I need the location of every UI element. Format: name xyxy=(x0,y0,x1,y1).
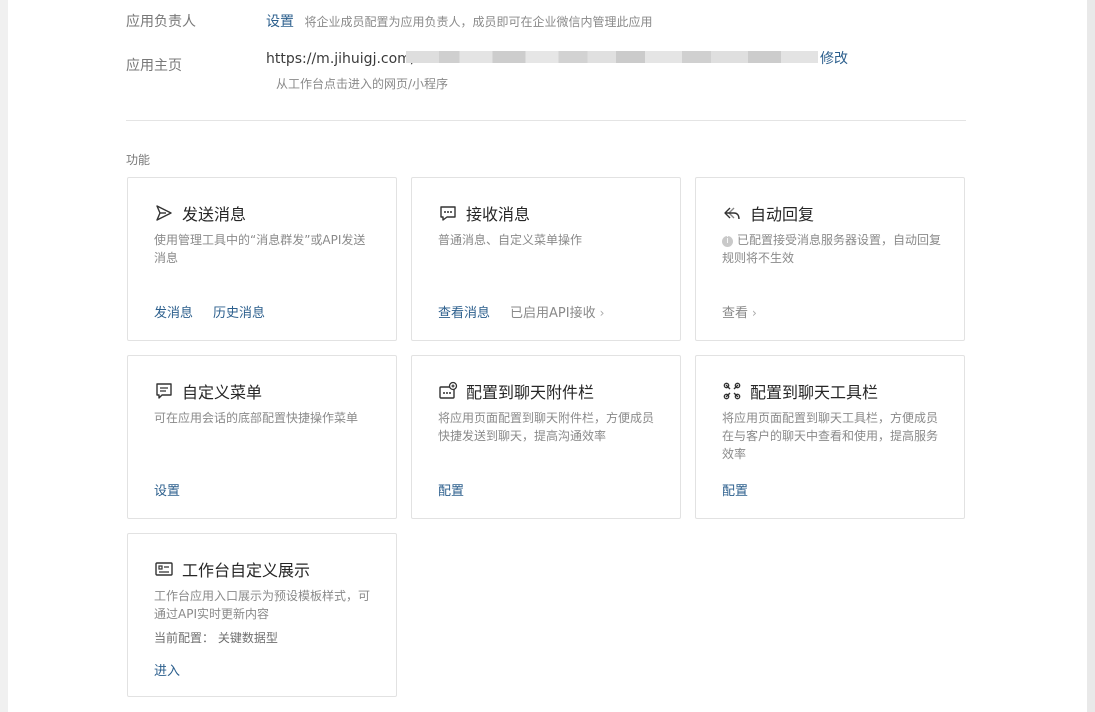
enter-workbench-link[interactable]: 进入 xyxy=(154,660,180,679)
history-message-link[interactable]: 历史消息 xyxy=(213,302,265,321)
view-messages-link[interactable]: 查看消息 xyxy=(438,302,490,321)
chat-bubble-icon xyxy=(438,203,458,223)
card-desc: 普通消息、自定义菜单操作 xyxy=(438,233,583,247)
card-desc: 已配置接受消息服务器设置，自动回复规则将不生效 xyxy=(722,233,942,265)
card-title: 自动回复 xyxy=(750,205,815,224)
api-receive-status[interactable]: 已启用API接收 › xyxy=(510,302,604,321)
chevron-right-icon: › xyxy=(599,306,605,320)
card-desc: 工作台应用入口展示为预设模板样式，可通过API实时更新内容 xyxy=(154,589,371,621)
card-desc: 将应用页面配置到聊天工具栏，方便成员在与客户的聊天中查看和使用，提高服务效率 xyxy=(722,411,939,461)
current-config-text: 当前配置： 关键数据型 xyxy=(154,631,278,645)
card-title: 自定义菜单 xyxy=(182,383,263,402)
configure-attachment-link[interactable]: 配置 xyxy=(438,480,464,499)
attachment-bar-icon xyxy=(438,381,458,401)
card-custom-menu: 自定义菜单 可在应用会话的底部配置快捷操作菜单 设置 xyxy=(127,355,397,519)
card-desc-row: i 已配置接受消息服务器设置，自动回复规则将不生效 xyxy=(722,231,944,267)
owner-set-link[interactable]: 设置 xyxy=(266,14,294,30)
card-title: 配置到聊天工具栏 xyxy=(750,383,879,402)
toolbar-icon xyxy=(722,381,742,401)
card-title: 发送消息 xyxy=(182,205,247,224)
card-title: 工作台自定义展示 xyxy=(182,561,311,580)
homepage-url-row: https://m.jihuigj.com/ 修改 xyxy=(266,48,906,68)
menu-settings-link[interactable]: 设置 xyxy=(154,480,180,499)
homepage-label: 应用主页 xyxy=(126,58,182,74)
card-desc: 可在应用会话的底部配置快捷操作菜单 xyxy=(154,411,359,425)
homepage-url: https://m.jihuigj.com/ xyxy=(266,51,416,67)
section-divider xyxy=(126,120,966,121)
owner-label: 应用负责人 xyxy=(126,14,196,30)
card-title: 配置到聊天附件栏 xyxy=(466,383,595,402)
workbench-display-icon xyxy=(154,559,174,579)
card-send-message: 发送消息 使用管理工具中的“消息群发”或API发送消息 发消息 历史消息 xyxy=(127,177,397,341)
section-title: 功能 xyxy=(126,153,151,167)
reply-icon xyxy=(722,203,742,223)
app-detail-panel: 应用负责人 设置 将企业成员配置为应用负责人，成员即可在企业微信内管理此应用 应… xyxy=(8,0,1087,712)
homepage-hint: 从工作台点击进入的网页/小程序 xyxy=(276,77,449,91)
card-chat-attachment-bar: 配置到聊天附件栏 将应用页面配置到聊天附件栏，方便成员快捷发送到聊天，提高沟通效… xyxy=(411,355,681,519)
card-title: 接收消息 xyxy=(466,205,531,224)
configure-toolbar-link[interactable]: 配置 xyxy=(722,480,748,499)
homepage-edit-link[interactable]: 修改 xyxy=(820,48,848,68)
card-workbench-display: 工作台自定义展示 工作台应用入口展示为预设模板样式，可通过API实时更新内容 当… xyxy=(127,533,397,697)
redacted-url-blur xyxy=(406,51,818,63)
card-auto-reply: 自动回复 i 已配置接受消息服务器设置，自动回复规则将不生效 查看 › xyxy=(695,177,965,341)
card-desc: 将应用页面配置到聊天附件栏，方便成员快捷发送到聊天，提高沟通效率 xyxy=(438,411,655,443)
send-icon xyxy=(154,203,174,223)
menu-icon xyxy=(154,381,174,401)
info-icon: i xyxy=(722,236,733,247)
card-receive-message: 接收消息 普通消息、自定义菜单操作 查看消息 已启用API接收 › xyxy=(411,177,681,341)
chevron-right-icon: › xyxy=(752,306,757,320)
card-desc: 使用管理工具中的“消息群发”或API发送消息 xyxy=(154,233,366,265)
scrollbar[interactable] xyxy=(1087,0,1095,712)
owner-hint: 将企业成员配置为应用负责人，成员即可在企业微信内管理此应用 xyxy=(304,15,653,29)
card-chat-toolbar: 配置到聊天工具栏 将应用页面配置到聊天工具栏，方便成员在与客户的聊天中查看和使用… xyxy=(695,355,965,519)
view-auto-reply-link[interactable]: 查看 › xyxy=(722,302,757,321)
send-message-link[interactable]: 发消息 xyxy=(154,302,193,321)
owner-row: 设置 将企业成员配置为应用负责人，成员即可在企业微信内管理此应用 xyxy=(266,11,652,31)
